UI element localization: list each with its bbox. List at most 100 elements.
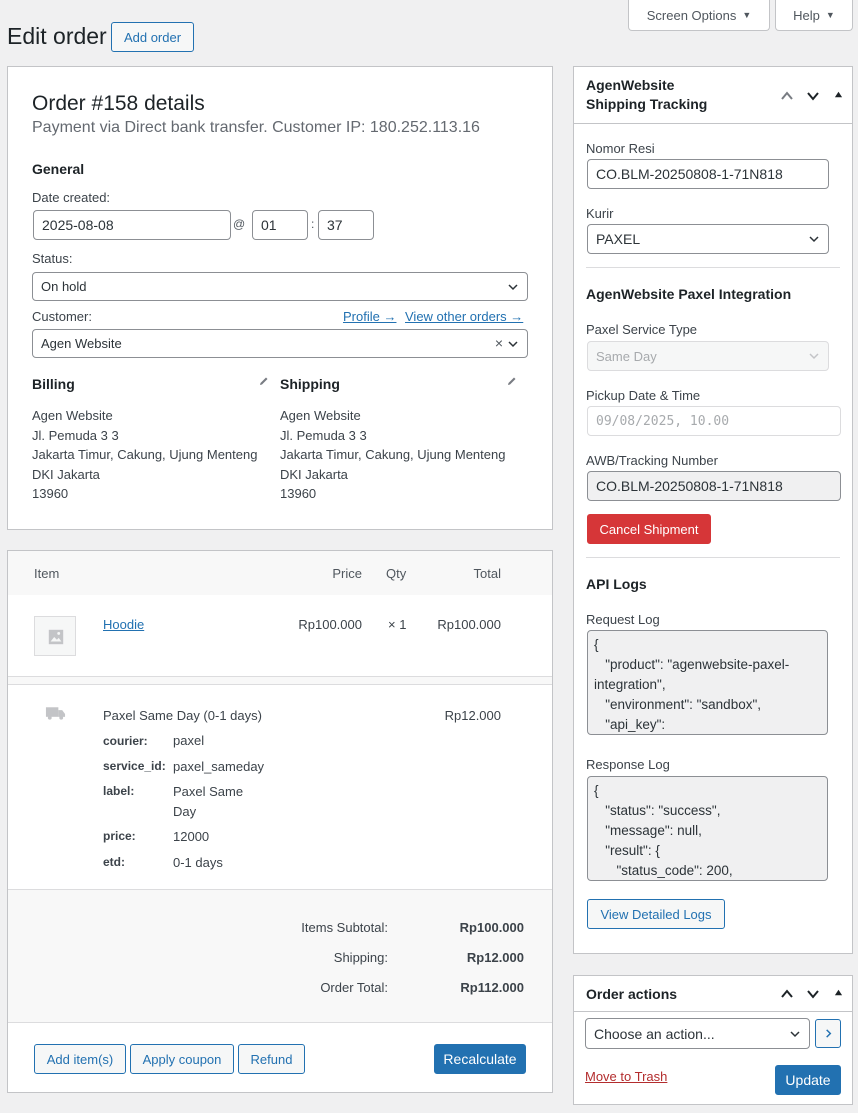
minute-input[interactable]: 37 (318, 210, 374, 240)
recalculate-button[interactable]: Recalculate (434, 1044, 526, 1074)
shipping-line: Jakarta Timur, Cakung, Ujung Menteng (280, 447, 506, 462)
edit-billing-pencil-icon[interactable] (258, 375, 270, 387)
divider (586, 557, 840, 558)
date-created-input[interactable]: 2025-08-08 (33, 210, 231, 240)
shipping-line: DKI Jakarta (280, 466, 348, 482)
order-action-select[interactable]: Choose an action... (585, 1018, 810, 1049)
date-value: 2025-08-08 (42, 217, 114, 233)
product-price: Rp100.000 (298, 617, 362, 632)
shipping-line-row: Paxel Same Day (0-1 days) Rp12.000 couri… (8, 684, 552, 890)
chevron-down-icon (508, 341, 518, 348)
order-actions-title: Order actions (586, 986, 678, 1002)
refund-button[interactable]: Refund (238, 1044, 305, 1074)
product-total: Rp100.000 (437, 617, 501, 632)
collapse-triangle-icon[interactable] (834, 90, 843, 99)
minute-value: 37 (327, 217, 343, 233)
chevron-right-icon (825, 1029, 831, 1038)
response-log-label: Response Log (586, 757, 670, 772)
status-select[interactable]: On hold (32, 272, 528, 301)
nomor-resi-label: Nomor Resi (586, 141, 655, 156)
add-order-button[interactable]: Add order (111, 22, 194, 52)
help-tab[interactable]: Help ▼ (775, 0, 853, 31)
items-actions-bar: Add item(s) Apply coupon Refund Recalcul… (8, 1022, 552, 1092)
awb-label: AWB/Tracking Number (586, 453, 718, 468)
chevron-up-icon[interactable] (780, 89, 794, 103)
service-type-select: Same Day (587, 341, 829, 371)
help-label: Help (793, 7, 820, 23)
chevron-down-icon[interactable] (806, 987, 820, 1001)
request-log-label: Request Log (586, 612, 660, 627)
caret-down-icon: ▼ (825, 10, 835, 20)
kurir-select[interactable]: PAXEL (587, 224, 829, 254)
order-items-panel: Item Price Qty Total Hoodie Rp100.000 × … (7, 550, 553, 1093)
meta-value: paxel_sameday (173, 759, 265, 774)
apply-coupon-button[interactable]: Apply coupon (130, 1044, 234, 1074)
awb-value: CO.BLM-20250808-1-71N818 (596, 478, 783, 494)
awb-input: CO.BLM-20250808-1-71N818 (587, 471, 841, 501)
chevron-down-icon (809, 353, 819, 360)
billing-address: Agen Website Jl. Pemuda 3 3 Jakarta Timu… (32, 406, 272, 504)
collapse-triangle-icon[interactable] (834, 988, 843, 997)
meta-key: courier: (103, 734, 148, 748)
move-to-trash-link[interactable]: Move to Trash (585, 1069, 667, 1084)
tracking-panel-header: AgenWebsite Shipping Tracking (574, 67, 852, 124)
profile-link[interactable]: Profile → (343, 309, 396, 324)
shipping-address: Agen Website Jl. Pemuda 3 3 Jakarta Timu… (280, 406, 540, 504)
response-log-textarea[interactable]: { "status": "success", "message": null, … (587, 776, 828, 881)
chevron-up-icon[interactable] (780, 987, 794, 1001)
shipping-total-value: Rp12.000 (466, 950, 524, 965)
order-total-value: Rp112.000 (460, 980, 524, 995)
pickup-datetime-input: 09/08/2025, 10.00 (587, 406, 841, 436)
screen-options-tab[interactable]: Screen Options ▼ (628, 0, 770, 31)
shipping-line: 13960 (280, 486, 317, 501)
tracking-title-line1: AgenWebsite (586, 77, 675, 93)
hour-input[interactable]: 01 (252, 210, 308, 240)
view-detailed-logs-button[interactable]: View Detailed Logs (587, 899, 725, 929)
order-subheading: Payment via Direct bank transfer. Custom… (32, 119, 480, 136)
order-heading: Order #158 details (32, 92, 205, 115)
meta-key: etd: (103, 855, 125, 869)
meta-key: service_id: (103, 759, 166, 773)
date-created-label: Date created: (32, 190, 111, 205)
chevron-down-icon (508, 284, 518, 291)
nomor-resi-input[interactable]: CO.BLM-20250808-1-71N818 (587, 159, 829, 189)
nomor-resi-value: CO.BLM-20250808-1-71N818 (596, 166, 783, 182)
meta-value: paxel (173, 733, 205, 748)
edit-shipping-pencil-icon[interactable] (506, 375, 518, 387)
chevron-down-icon (790, 1031, 800, 1038)
product-link[interactable]: Hoodie (103, 617, 144, 632)
update-button[interactable]: Update (775, 1065, 841, 1095)
column-item: Item (34, 566, 60, 581)
divider (586, 267, 840, 268)
billing-line: DKI Jakarta (32, 466, 100, 482)
column-price: Price (332, 566, 362, 581)
service-type-label: Paxel Service Type (586, 322, 698, 337)
add-items-button[interactable]: Add item(s) (34, 1044, 126, 1074)
clear-icon[interactable]: × (495, 335, 503, 351)
shipping-method-name: Paxel Same Day (0-1 days) (103, 708, 262, 723)
screen-options-label: Screen Options (646, 7, 737, 23)
product-thumbnail (34, 616, 76, 656)
shipping-line: Jl. Pemuda 3 3 (280, 427, 367, 443)
meta-value: 0-1 days (173, 855, 223, 870)
column-qty: Qty (386, 566, 407, 581)
request-log-textarea[interactable]: { "product": "agenwebsite-paxel- integra… (587, 630, 828, 735)
order-actions-header: Order actions (574, 976, 852, 1012)
order-total-label: Order Total: (320, 980, 388, 995)
cancel-shipment-button[interactable]: Cancel Shipment (587, 514, 711, 544)
time-colon: : (311, 217, 315, 231)
shipping-heading: Shipping (280, 376, 340, 392)
order-details-panel: Order #158 details Payment via Direct ba… (7, 66, 553, 530)
customer-select[interactable]: Agen Website × (32, 329, 528, 358)
billing-line: Jl. Pemuda 3 3 (32, 427, 119, 443)
page-title: Edit order (7, 23, 107, 49)
view-other-orders-link[interactable]: View other orders → (405, 309, 523, 324)
apply-action-button[interactable] (815, 1019, 841, 1048)
meta-key: price: (103, 829, 136, 843)
hour-value: 01 (261, 217, 277, 233)
column-total: Total (473, 566, 501, 581)
chevron-down-icon[interactable] (806, 89, 820, 103)
image-placeholder-icon (48, 629, 64, 645)
general-heading: General (32, 161, 85, 177)
paxel-integration-heading: AgenWebsite Paxel Integration (586, 286, 792, 302)
